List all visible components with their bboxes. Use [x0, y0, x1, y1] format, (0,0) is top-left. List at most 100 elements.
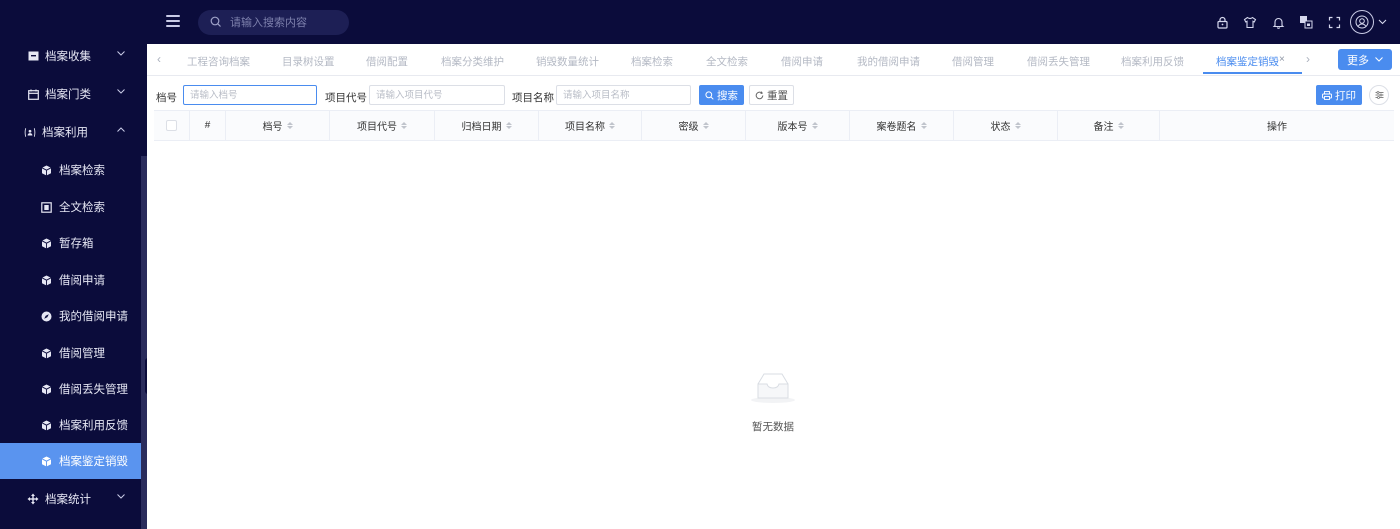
top-bar: [0, 0, 1400, 44]
column-header-label: 操作: [1267, 122, 1287, 133]
table-header: # 档号 项目代号 归档日期 项目名称 密级 版本号 案卷题名 状态 备注 操作: [154, 110, 1394, 141]
sort-icon[interactable]: [811, 122, 818, 129]
column-header-project-code[interactable]: 项目代号: [330, 111, 435, 140]
tab-appraisal-destroy[interactable]: 档案鉴定销毁: [1216, 54, 1279, 69]
sidebar-item-label: 暂存箱: [59, 238, 94, 250]
column-header-label: 案卷题名: [876, 122, 917, 133]
project-name-label: 项目名称: [512, 92, 554, 104]
project-name-input[interactable]: [556, 85, 691, 105]
tabs-scroll-left-icon[interactable]: ‹: [157, 52, 161, 66]
lock-icon[interactable]: [1208, 9, 1236, 35]
column-header-label: 密级: [678, 122, 699, 133]
print-button[interactable]: 打印: [1316, 85, 1362, 105]
sort-icon[interactable]: [609, 122, 615, 129]
reset-button-label: 重置: [767, 89, 788, 102]
sort-icon[interactable]: [1117, 122, 1124, 129]
tab-borrow-loss-manage[interactable]: 借阅丢失管理: [1027, 54, 1090, 69]
sidebar-item-borrow-manage[interactable]: 借阅管理: [0, 335, 141, 371]
tab-destroy-count-stats[interactable]: 销毁数量统计: [536, 54, 599, 69]
search-button[interactable]: 搜索: [699, 85, 744, 105]
column-header-security-level[interactable]: 密级: [642, 111, 746, 140]
column-header-index: #: [190, 111, 226, 140]
tab-archive-search[interactable]: 档案检索: [631, 54, 673, 69]
reset-button[interactable]: 重置: [749, 85, 794, 105]
sort-icon[interactable]: [401, 122, 407, 129]
document-icon: [41, 201, 52, 213]
sidebar-item-borrow-loss-manage[interactable]: 借阅丢失管理: [0, 371, 141, 407]
global-search-input[interactable]: [230, 14, 340, 31]
sort-icon[interactable]: [505, 122, 512, 129]
sidebar-group-archive-category[interactable]: 档案门类: [0, 76, 141, 112]
column-header-remark[interactable]: 备注: [1058, 111, 1160, 140]
sidebar-item-borrow-apply[interactable]: 借阅申请: [0, 262, 141, 298]
sidebar-item-appraisal-destroy[interactable]: 档案鉴定销毁: [0, 443, 141, 479]
tab-directory-tree-settings[interactable]: 目录树设置: [282, 54, 335, 69]
tab-engineering-consult-archive[interactable]: 工程咨询档案: [187, 54, 250, 69]
tab-fulltext-search[interactable]: 全文检索: [706, 54, 748, 69]
print-button-label: 打印: [1335, 89, 1356, 102]
column-header-label: 项目名称: [565, 122, 605, 133]
column-header-label: 状态: [990, 122, 1011, 133]
column-header-version[interactable]: 版本号: [746, 111, 850, 140]
column-header-status[interactable]: 状态: [954, 111, 1058, 140]
sidebar-group-archive-collect[interactable]: 档案收集: [0, 38, 141, 74]
empty-inbox-icon: [743, 367, 803, 410]
global-search[interactable]: [198, 10, 349, 35]
tab-borrow-config[interactable]: 借阅配置: [366, 54, 408, 69]
column-header-archive-no[interactable]: 档号: [226, 111, 330, 140]
filter-icon: [1375, 91, 1383, 99]
sidebar-group-archive-stats[interactable]: 档案统计: [0, 481, 141, 517]
column-header-label: 版本号: [777, 122, 808, 133]
column-header-label: 归档日期: [461, 122, 502, 133]
active-tab-indicator: [1203, 72, 1302, 74]
chevron-down-icon[interactable]: [1374, 9, 1390, 35]
cube-icon: [41, 275, 52, 286]
tab-use-feedback[interactable]: 档案利用反馈: [1121, 54, 1184, 69]
search-icon: [210, 16, 221, 27]
cube-icon: [41, 165, 52, 176]
sidebar-item-label: 全文检索: [59, 202, 105, 214]
fullscreen-icon[interactable]: [1320, 9, 1348, 35]
sidebar-item-fulltext-search[interactable]: 全文检索: [0, 189, 141, 225]
sort-icon[interactable]: [286, 122, 293, 129]
tabs-more-button[interactable]: 更多: [1338, 49, 1392, 70]
chevron-down-icon: [1375, 57, 1383, 62]
tab-my-borrow-apply[interactable]: 我的借阅申请: [857, 54, 920, 69]
tab-close-icon[interactable]: ×: [1279, 54, 1285, 65]
column-settings-button[interactable]: [1369, 85, 1389, 105]
main-content: 档号 项目代号 项目名称 搜索 重置 打印 # 档号 项目代号: [147, 77, 1400, 529]
sort-icon[interactable]: [702, 122, 709, 129]
move-icon: [27, 493, 39, 505]
archive-box-icon: [27, 50, 39, 62]
column-header-label: 档号: [262, 122, 283, 133]
sidebar-item-label: 借阅申请: [59, 275, 105, 287]
select-all-checkbox[interactable]: [166, 120, 177, 131]
chevron-down-icon: [117, 89, 125, 94]
avatar-icon[interactable]: [1350, 10, 1374, 34]
shirt-icon[interactable]: [1236, 9, 1264, 35]
archive-no-input[interactable]: [183, 85, 317, 105]
sidebar-item-staging-box[interactable]: 暂存箱: [0, 225, 141, 261]
sort-icon[interactable]: [1014, 122, 1021, 129]
sidebar-group-label: 档案利用: [42, 127, 88, 139]
sidebar-group-label: 档案收集: [45, 51, 91, 63]
column-header-project-name[interactable]: 项目名称: [539, 111, 642, 140]
sidebar-group-label: 档案统计: [45, 494, 91, 506]
tabs-scroll-right-icon[interactable]: ›: [1306, 52, 1310, 66]
tab-archive-category-maintain[interactable]: 档案分类维护: [441, 54, 504, 69]
column-header-archive-date[interactable]: 归档日期: [435, 111, 539, 140]
sidebar-item-archive-search[interactable]: 档案检索: [0, 152, 141, 188]
translate-icon[interactable]: [1292, 9, 1320, 35]
tab-borrow-manage[interactable]: 借阅管理: [952, 54, 994, 69]
sidebar-item-my-borrow-apply[interactable]: 我的借阅申请: [0, 298, 141, 334]
column-header-label: 备注: [1093, 122, 1114, 133]
bell-icon[interactable]: [1264, 9, 1292, 35]
menu-toggle-icon[interactable]: [166, 15, 180, 27]
sort-icon[interactable]: [920, 122, 927, 129]
column-header-file-title[interactable]: 案卷题名: [850, 111, 954, 140]
sidebar-group-archive-use[interactable]: 档案利用: [0, 114, 141, 150]
sidebar-item-use-feedback[interactable]: 档案利用反馈: [0, 407, 141, 443]
tab-borrow-apply[interactable]: 借阅申请: [781, 54, 823, 69]
project-code-input[interactable]: [369, 85, 505, 105]
user-badge-icon: [24, 126, 36, 138]
